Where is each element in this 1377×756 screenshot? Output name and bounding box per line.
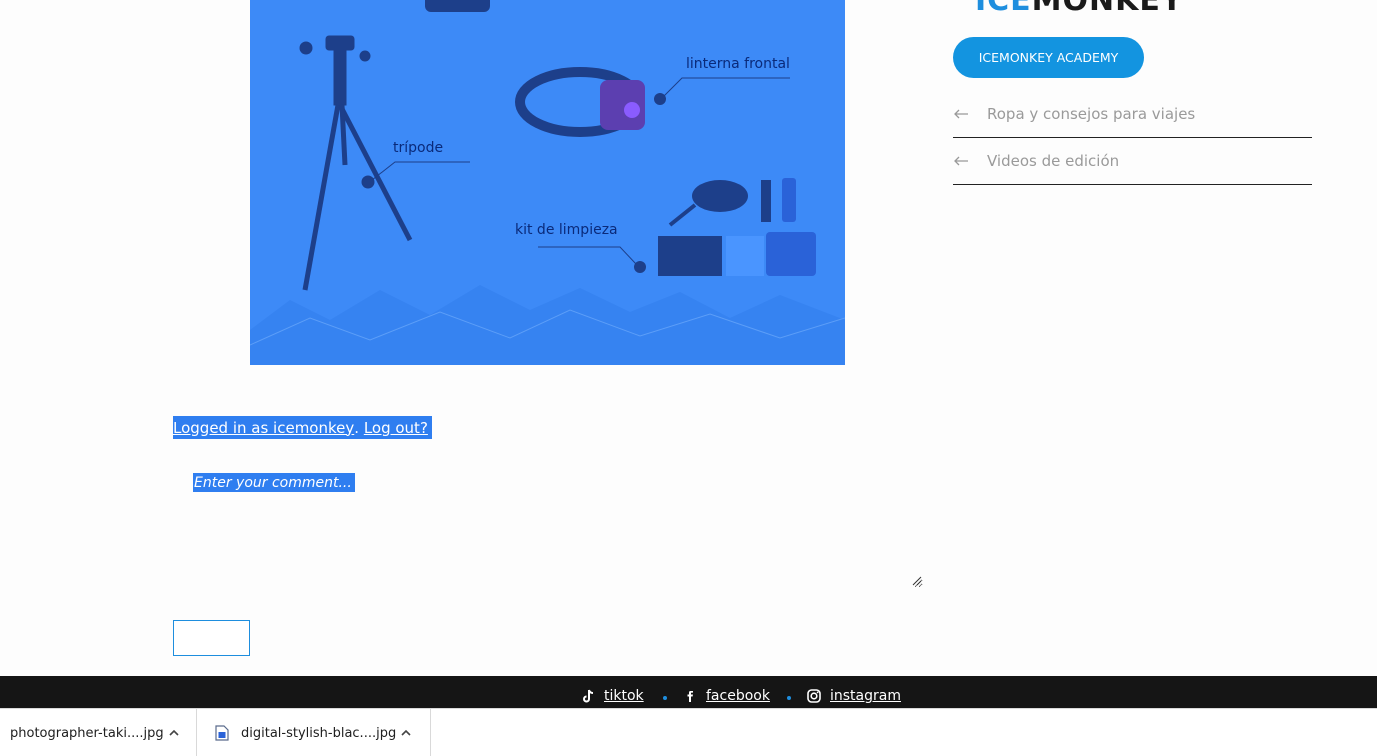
hero-label-limpieza: kit de limpieza (515, 222, 618, 238)
brand-logo-monkey: MONKEY (1031, 0, 1184, 18)
arrow-left-icon (953, 105, 987, 123)
submit-comment-button[interactable] (173, 620, 250, 656)
download-bar: photographer-taki....jpg digital-stylish… (0, 708, 1377, 756)
hero-label-tripode: trípode (393, 140, 444, 156)
social-link-tiktok[interactable]: tiktok (580, 688, 644, 704)
profile-link[interactable]: Logged in as icemonkey (173, 419, 354, 437)
gear-illustration (250, 0, 845, 365)
social-link-instagram[interactable]: instagram (806, 688, 901, 704)
download-filename: digital-stylish-blac....jpg (241, 725, 397, 741)
chevron-up-icon[interactable] (398, 725, 414, 741)
brand-logo-ice: ICE (975, 0, 1032, 18)
social-label: instagram (830, 688, 901, 704)
sidebar-link-label: Ropa y consejos para viajes (987, 105, 1196, 123)
download-item[interactable]: photographer-taki....jpg (0, 709, 197, 756)
page: { "hero": { "labels": { "linterna": "lin… (0, 0, 1377, 756)
logout-link[interactable]: Log out? (364, 419, 428, 437)
sidebar-link-videos[interactable]: Videos de edición (953, 138, 1312, 185)
logged-in-line: Logged in as icemonkey. Log out? (173, 416, 432, 439)
download-filename: photographer-taki....jpg (10, 725, 164, 741)
headlamp-icon (515, 67, 645, 137)
social-link-facebook[interactable]: facebook (682, 688, 770, 704)
separator: . (354, 418, 360, 437)
icemonkey-academy-button[interactable]: ICEMONKEY ACADEMY (953, 37, 1144, 78)
hero-image: linterna frontal trípode kit de limpieza (250, 0, 845, 365)
tiktok-icon (580, 688, 596, 704)
sidebar-link-ropa[interactable]: Ropa y consejos para viajes (953, 91, 1312, 138)
facebook-icon (682, 688, 698, 704)
social-label: facebook (706, 688, 770, 704)
footer-separator (663, 696, 667, 700)
cleaning-kit-icon (658, 178, 816, 276)
brand-logo[interactable]: ICEMONKEY (975, 0, 1184, 16)
footer: tiktok facebook instagram (0, 676, 1377, 710)
instagram-icon (806, 688, 822, 704)
footer-separator (787, 696, 791, 700)
resize-handle-icon[interactable] (912, 576, 922, 586)
chevron-up-icon[interactable] (166, 725, 182, 741)
hero-label-linterna: linterna frontal (686, 56, 790, 72)
download-item[interactable]: digital-stylish-blac....jpg (197, 709, 431, 756)
comment-placeholder: Enter your comment... (193, 473, 355, 492)
image-file-icon (215, 725, 229, 741)
sidebar-link-label: Videos de edición (987, 152, 1120, 170)
social-label: tiktok (604, 688, 644, 704)
arrow-left-icon (953, 152, 987, 170)
